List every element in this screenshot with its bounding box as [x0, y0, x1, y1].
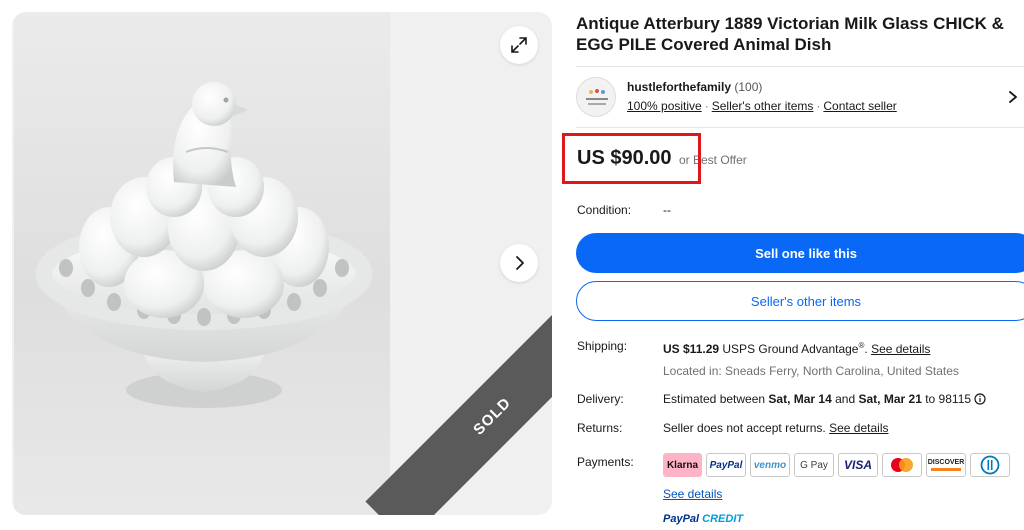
product-photo[interactable]: [14, 12, 390, 515]
delivery-end-date: Sat, Mar 21: [858, 392, 922, 406]
delivery-label: Delivery:: [577, 392, 624, 406]
diners-club-logo: [970, 453, 1010, 477]
shipping-see-details-link[interactable]: See details: [871, 342, 930, 356]
delivery-prefix: Estimated between: [663, 392, 766, 406]
diners-club-icon: [980, 455, 1000, 475]
sell-one-like-this-button[interactable]: Sell one like this: [576, 233, 1024, 273]
chevron-right-icon: [516, 256, 524, 270]
next-image-button[interactable]: [500, 244, 538, 282]
sold-banner: SOLD: [365, 289, 552, 515]
gallery-panel: SOLD: [12, 12, 552, 515]
seller-links: 100% positive · Seller's other items · Conta…: [627, 99, 897, 113]
paypal-credit-word-2: CREDIT: [702, 513, 744, 525]
price-highlight-box: [562, 133, 701, 184]
paypal-credit-logo: PayPal CREDIT: [663, 513, 743, 525]
shipping-label: Shipping:: [577, 339, 628, 353]
discover-text: DISCOVER: [927, 459, 965, 466]
klarna-logo: Klarna: [663, 453, 702, 477]
sold-label: SOLD: [469, 393, 515, 439]
item-location: Located in: Sneads Ferry, North Carolina…: [663, 364, 959, 378]
contact-seller-link[interactable]: Contact seller: [823, 99, 896, 113]
returns-label: Returns:: [577, 421, 623, 435]
info-icon[interactable]: [974, 393, 986, 405]
seller-name[interactable]: hustleforthefamily: [627, 80, 731, 94]
seller-other-items-link[interactable]: Seller's other items: [712, 99, 814, 113]
avatar-image: [577, 78, 615, 116]
venmo-logo: venmo: [750, 453, 790, 477]
registered-mark: ®: [858, 341, 865, 350]
discover-stripe: [931, 468, 961, 471]
delivery-and: and: [835, 392, 856, 406]
condition-label: Condition:: [577, 203, 632, 217]
payments-see-details-link[interactable]: See details: [663, 487, 722, 501]
seller-feedback-count: (100): [734, 80, 763, 94]
expand-button[interactable]: [500, 26, 538, 64]
positive-feedback-link[interactable]: 100% positive: [627, 99, 702, 113]
condition-value: --: [663, 203, 671, 217]
image-gallery: SOLD: [0, 0, 552, 520]
google-pay-logo: G Pay: [794, 453, 834, 477]
seller-card[interactable]: hustleforthefamily (100) 100% positive · S…: [576, 66, 1024, 128]
payments-label: Payments:: [577, 455, 634, 469]
seller-avatar[interactable]: [576, 77, 616, 117]
returns-value: Seller does not accept returns. See deta…: [663, 421, 888, 435]
paypal-credit-word-1: PayPal: [663, 513, 700, 525]
separator-dot: ·: [704, 99, 709, 113]
discover-logo: DISCOVER: [926, 453, 966, 477]
delivery-suffix: to 98115: [925, 392, 972, 406]
shipping-service: USPS Ground Advantage: [722, 342, 859, 356]
delivery-start-date: Sat, Mar 14: [768, 392, 832, 406]
expand-icon: [511, 37, 527, 53]
listing-title: Antique Atterbury 1889 Victorian Milk Gl…: [576, 14, 1004, 54]
separator-dot: ·: [816, 99, 821, 113]
returns-see-details-link[interactable]: See details: [829, 421, 888, 435]
seller-other-items-button[interactable]: Seller's other items: [576, 281, 1024, 321]
mastercard-icon: [891, 458, 913, 472]
delivery-value: Estimated between Sat, Mar 14 and Sat, M…: [663, 392, 986, 406]
shipping-value: US $11.29 USPS Ground Advantage®. See de…: [663, 341, 931, 356]
payments-see-details: See details: [663, 487, 722, 501]
chevron-right-icon[interactable]: [1006, 90, 1020, 104]
visa-logo: VISA: [838, 453, 878, 477]
returns-text: Seller does not accept returns.: [663, 421, 826, 435]
mastercard-logo: [882, 453, 922, 477]
payment-methods: Klarna PayPal venmo G Pay VISA DISCOVER: [663, 453, 1010, 477]
paypal-logo: PayPal: [706, 453, 746, 477]
shipping-cost: US $11.29: [663, 342, 720, 356]
seller-name-row: hustleforthefamily (100): [627, 80, 762, 94]
milk-glass-dish-image: [36, 82, 372, 408]
